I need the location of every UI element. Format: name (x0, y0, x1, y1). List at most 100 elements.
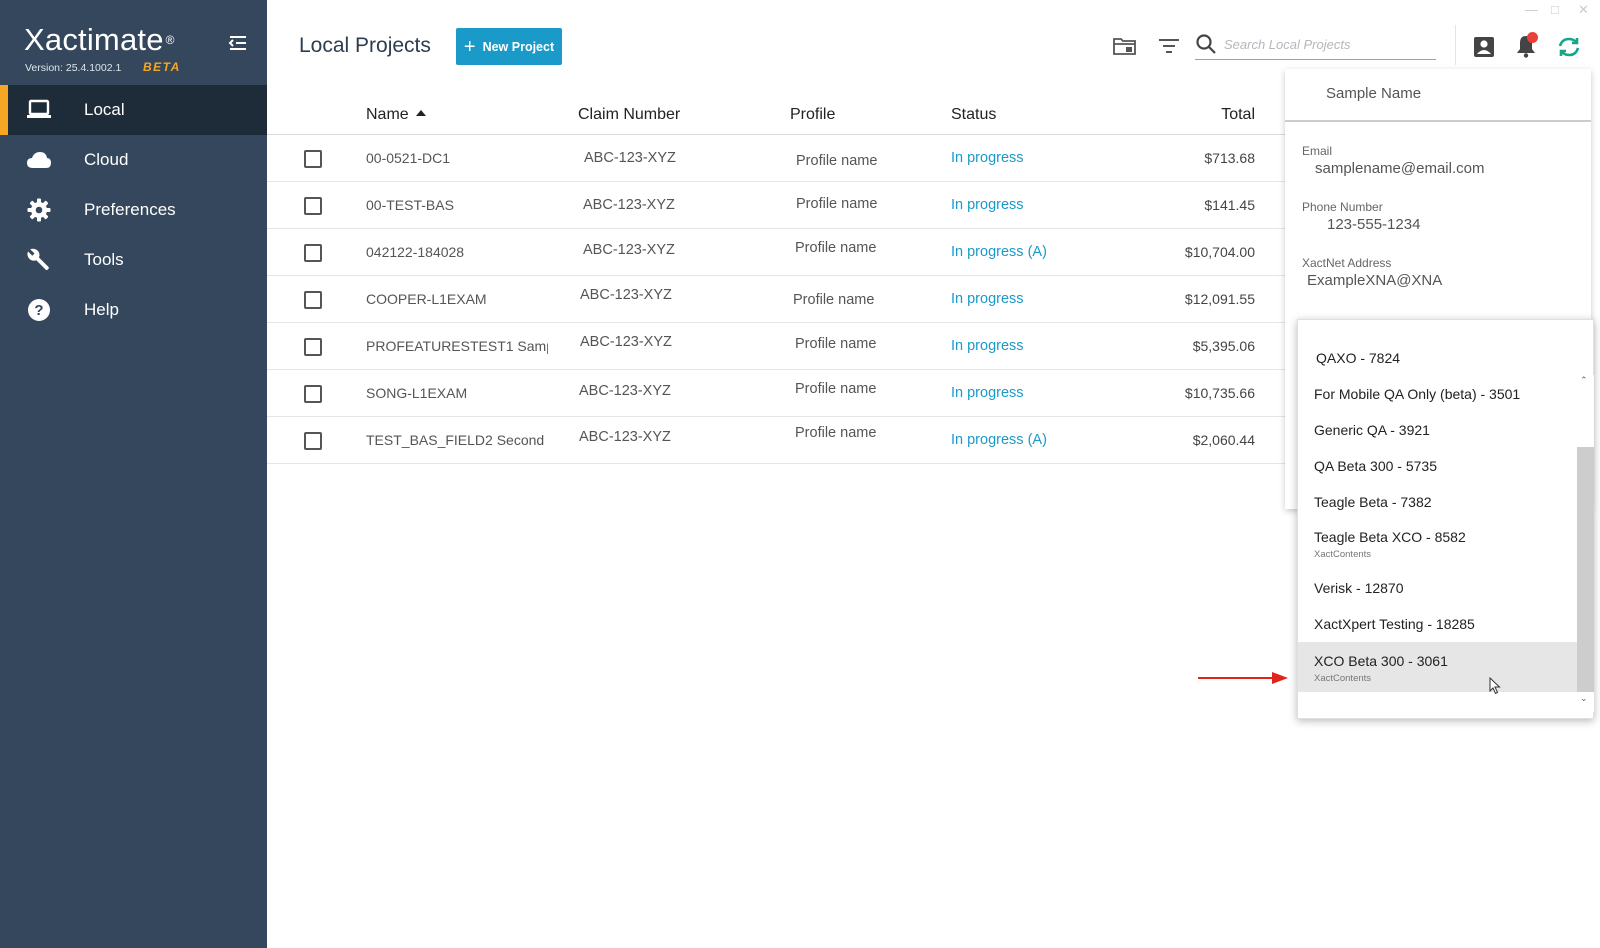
table-row[interactable]: PROFEATURESTEST1 Sample ABC-123-XYZ Prof… (267, 323, 1289, 370)
search-input[interactable] (1224, 33, 1429, 55)
profile-header: Sample Name (1285, 69, 1591, 122)
sidebar-item-local[interactable]: Local (0, 85, 267, 135)
instance-label: Teagle Beta - 7382 (1314, 494, 1432, 510)
instance-option[interactable]: QAXO - 7824 (1298, 340, 1577, 376)
project-name: 00-0521-DC1 (366, 150, 451, 166)
xactnet-value: ExampleXNA@XNA (1307, 272, 1443, 289)
phone-value: 123-555-1234 (1327, 216, 1421, 233)
maximize-icon[interactable]: □ (1551, 2, 1559, 17)
claim-number: ABC-123-XYZ (580, 287, 672, 303)
app-name: Xactimate (24, 22, 164, 57)
cloud-icon (26, 147, 52, 173)
project-name: SONG-L1EXAM (366, 385, 468, 401)
table-row[interactable]: 00-0521-DC1 ABC-123-XYZ Profile name In … (267, 135, 1289, 182)
table-row[interactable]: TEST_BAS_FIELD2 Second Fi ABC-123-XYZ Pr… (267, 417, 1289, 464)
projects-table: Name Claim Number Profile Status Total 0… (267, 95, 1289, 464)
instance-option[interactable]: For Mobile QA Only (beta) - 3501 (1298, 376, 1577, 412)
project-total: $713.68 (1204, 150, 1255, 166)
project-name: TEST_BAS_FIELD2 Second Fi (366, 432, 548, 448)
sidebar: Xactimate ® Version: 25.4.1002.1 BETA Loc… (0, 0, 267, 948)
column-header-name[interactable]: Name (366, 106, 426, 124)
sidebar-item-label: Cloud (84, 150, 129, 169)
row-checkbox[interactable] (304, 385, 322, 403)
new-project-button[interactable]: + New Project (456, 28, 562, 65)
minimize-icon[interactable]: — (1525, 2, 1538, 17)
table-row[interactable]: COOPER-L1EXAM ABC-123-XYZ Profile name I… (267, 276, 1289, 323)
email-label: Email (1302, 144, 1333, 158)
row-checkbox[interactable] (304, 338, 322, 356)
instance-label: XactXpert Testing - 18285 (1314, 616, 1475, 632)
profile-name: Sample Name (1326, 85, 1422, 102)
sidebar-item-help[interactable]: ? Help (0, 285, 267, 335)
instance-label: Verisk - 12870 (1314, 580, 1404, 596)
claim-number: ABC-123-XYZ (583, 197, 675, 213)
table-row[interactable]: 00-TEST-BAS ABC-123-XYZ Profile name In … (267, 182, 1289, 229)
status-link[interactable]: In progress (A) (951, 432, 1047, 448)
registered-mark: ® (165, 32, 175, 47)
project-name: PROFEATURESTEST1 Sample (366, 338, 548, 354)
row-checkbox[interactable] (304, 150, 322, 168)
instance-dropdown[interactable]: QAXO - 7824 For Mobile QA Only (beta) - … (1297, 319, 1594, 719)
status-link[interactable]: In progress (951, 150, 1024, 166)
project-name: COOPER-L1EXAM (366, 291, 487, 307)
profile-name: Profile name (796, 153, 878, 169)
status-link[interactable]: In progress (951, 291, 1024, 307)
table-header: Name Claim Number Profile Status Total (267, 95, 1289, 135)
scroll-down-icon[interactable]: ⌄ (1580, 693, 1588, 704)
sidebar-item-tools[interactable]: Tools (0, 235, 267, 285)
help-icon: ? (26, 297, 52, 323)
filter-icon[interactable] (1155, 32, 1183, 60)
column-header-total[interactable]: Total (1221, 106, 1255, 124)
sidebar-item-label: Help (84, 300, 119, 319)
instance-option[interactable]: Teagle Beta - 7382 (1298, 484, 1577, 520)
profile-name: Profile name (795, 425, 877, 441)
profile-name: Profile name (795, 381, 877, 397)
status-link[interactable]: In progress (951, 197, 1024, 213)
scrollbar-thumb[interactable] (1577, 447, 1594, 692)
claim-number: ABC-123-XYZ (580, 334, 672, 350)
dropdown-scrollbar[interactable]: ⌃ ⌄ (1577, 375, 1594, 712)
column-header-profile[interactable]: Profile (790, 106, 835, 124)
folder-icon[interactable] (1111, 32, 1139, 60)
status-link[interactable]: In progress (951, 385, 1024, 401)
laptop-icon (26, 97, 52, 123)
instance-option[interactable]: XactXpert Testing - 18285 (1298, 606, 1577, 642)
user-profile-icon[interactable] (1470, 33, 1498, 61)
scroll-up-icon[interactable]: ⌃ (1580, 375, 1588, 386)
instance-option-highlighted[interactable]: XCO Beta 300 - 3061 XactContents (1298, 642, 1577, 695)
table-row[interactable]: 042122-184028 ABC-123-XYZ Profile name I… (267, 229, 1289, 276)
sidebar-item-cloud[interactable]: Cloud (0, 135, 267, 185)
notifications-icon[interactable] (1512, 32, 1540, 60)
instance-option[interactable]: Generic QA - 3921 (1298, 412, 1577, 448)
column-header-claim[interactable]: Claim Number (578, 106, 680, 124)
project-total: $5,395.06 (1192, 338, 1255, 354)
column-header-status[interactable]: Status (951, 106, 996, 124)
row-checkbox[interactable] (304, 291, 322, 309)
sidebar-item-label: Preferences (84, 200, 176, 219)
instance-option[interactable]: Verisk - 12870 (1298, 570, 1577, 606)
project-total: $141.45 (1204, 197, 1255, 213)
project-name: 00-TEST-BAS (366, 197, 454, 213)
sync-icon[interactable] (1555, 33, 1583, 61)
row-checkbox[interactable] (304, 432, 322, 450)
search-field[interactable] (1195, 30, 1436, 60)
sidebar-item-preferences[interactable]: Preferences (0, 185, 267, 235)
close-icon[interactable]: ✕ (1578, 2, 1589, 18)
instance-sublabel: XactContents (1314, 549, 1372, 560)
status-link[interactable]: In progress (A) (951, 244, 1047, 260)
row-checkbox[interactable] (304, 197, 322, 215)
row-checkbox[interactable] (304, 244, 322, 262)
gear-icon (26, 197, 52, 223)
sidebar-item-label: Tools (84, 250, 124, 269)
app-version: Version: 25.4.1002.1 (25, 62, 122, 74)
instance-sublabel: XactContents (1314, 673, 1372, 684)
instance-label: QA Beta 300 - 5735 (1314, 458, 1437, 474)
table-row[interactable]: SONG-L1EXAM ABC-123-XYZ Profile name In … (267, 370, 1289, 417)
project-total: $10,704.00 (1184, 244, 1255, 260)
instance-option[interactable]: Teagle Beta XCO - 8582 XactContents (1298, 520, 1577, 570)
phone-label: Phone Number (1302, 200, 1383, 214)
instance-option[interactable]: QA Beta 300 - 5735 (1298, 448, 1577, 484)
email-value: samplename@email.com (1315, 160, 1485, 177)
status-link[interactable]: In progress (951, 338, 1024, 354)
collapse-sidebar-icon[interactable] (226, 31, 252, 57)
